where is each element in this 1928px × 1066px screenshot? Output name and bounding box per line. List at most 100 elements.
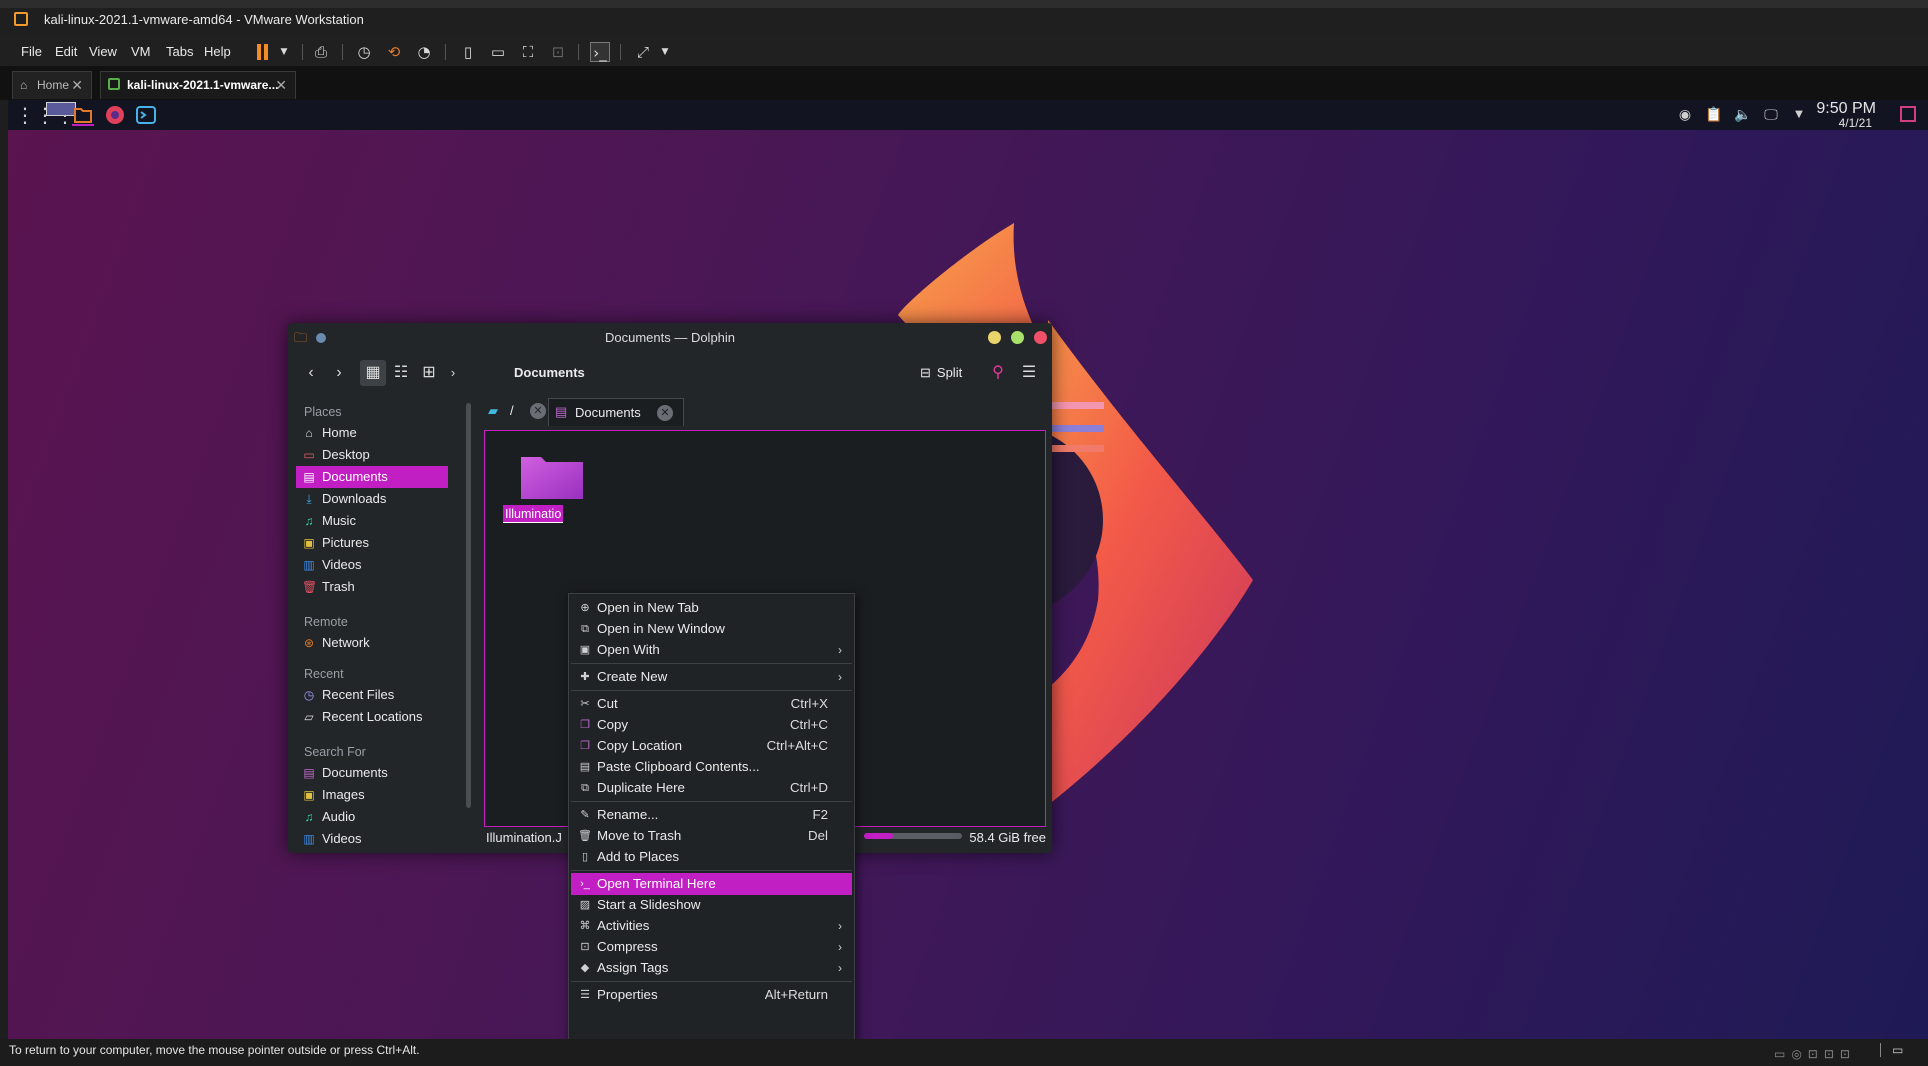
clipboard-icon[interactable]: 📋 (1705, 106, 1723, 124)
menu-vm[interactable]: VM (131, 37, 151, 67)
menu-item-compress[interactable]: ⊡ Compress › (571, 936, 852, 958)
menu-item-activities[interactable]: ⌘ Activities › (571, 915, 852, 937)
minimize-button[interactable] (988, 331, 1001, 344)
sidebar-item-network[interactable]: ⊛ Network (296, 632, 448, 654)
stretch-guest-icon[interactable]: ⤢ (633, 42, 653, 62)
thumbnail-bar-icon[interactable]: ▭ (488, 42, 508, 62)
folder-name[interactable]: Illuminatio (503, 505, 563, 523)
menu-item-rename[interactable]: ✎ Rename... F2 (571, 804, 852, 826)
sidebar-item-trash[interactable]: 🗑 Trash (296, 576, 448, 598)
menu-item-open-terminal[interactable]: ›_ Open Terminal Here (571, 873, 852, 895)
tab-documents[interactable]: ▤ Documents ✕ (548, 398, 684, 426)
menu-tabs[interactable]: Tabs (166, 37, 193, 67)
show-desktop-icon[interactable] (1900, 106, 1916, 122)
sidebar-item-search-images[interactable]: ▣ Images (296, 784, 448, 806)
console-view-icon[interactable]: ›_ (590, 42, 610, 62)
terminal-launcher-icon[interactable] (135, 104, 157, 126)
chevron-right-icon: › (838, 961, 842, 975)
close-button[interactable] (1034, 331, 1047, 344)
chevron-right-icon: › (838, 643, 842, 657)
forward-button[interactable]: › (326, 360, 352, 386)
recent-header: Recent (304, 667, 344, 681)
device-status-icons[interactable]: ▭◎⊡⊡⊡ (1774, 1043, 1856, 1065)
menu-item-open-new-window[interactable]: ⧉ Open in New Window (571, 618, 852, 640)
hamburger-menu-icon[interactable]: ☰ (1016, 360, 1042, 386)
menu-view[interactable]: View (89, 37, 117, 67)
menu-item-copy-location[interactable]: ❐ Copy Location Ctrl+Alt+C (571, 735, 852, 757)
dolphin-titlebar[interactable]: 🗀 Documents — Dolphin (288, 323, 1052, 353)
menu-help[interactable]: Help (204, 37, 231, 67)
volume-icon[interactable]: 🔈 (1734, 106, 1752, 124)
sidebar-item-downloads[interactable]: ⤓ Downloads (296, 488, 448, 510)
menu-item-add-to-places[interactable]: ▯ Add to Places (571, 846, 852, 868)
compact-view-button[interactable]: ☷ (388, 360, 414, 386)
menu-item-duplicate[interactable]: ⧉ Duplicate Here Ctrl+D (571, 777, 852, 799)
sidebar-item-search-audio[interactable]: ♫ Audio (296, 806, 448, 828)
app-launcher-icon[interactable]: ⋮⋮⋮ (15, 104, 75, 126)
send-ctrl-alt-del-icon[interactable]: ⎙ (311, 42, 331, 62)
close-icon[interactable]: ✕ (657, 405, 673, 421)
sidebar-item-pictures[interactable]: ▣ Pictures (296, 532, 448, 554)
message-icon[interactable]: ▭ (1892, 1039, 1903, 1061)
pause-icon[interactable] (254, 42, 274, 62)
unity-icon[interactable]: ⊡ (548, 42, 568, 62)
pin-icon[interactable] (316, 333, 326, 343)
vmware-statusbar: To return to your computer, move the mou… (0, 1039, 1928, 1066)
sidebar-scrollbar[interactable] (466, 403, 471, 808)
snapshot-manager-icon[interactable]: ◔ (414, 42, 434, 62)
chevron-down-icon[interactable]: ▼ (655, 42, 675, 62)
back-button[interactable]: ‹ (298, 360, 324, 386)
sidebar-item-recent-files[interactable]: ◷ Recent Files (296, 684, 448, 706)
sidebar-item-desktop[interactable]: ▭ Desktop (296, 444, 448, 466)
menu-item-move-to-trash[interactable]: 🗑 Move to Trash Del (571, 825, 852, 847)
search-icon[interactable]: ⚲ (985, 360, 1011, 386)
clock[interactable]: 9:50 PM 4/1/21 (1816, 101, 1876, 130)
sidebar-item-music[interactable]: ♫ Music (296, 510, 448, 532)
menu-item-open-new-tab[interactable]: ⊕ Open in New Tab (571, 597, 852, 619)
menu-item-assign-tags[interactable]: ◆ Assign Tags › (571, 957, 852, 979)
sidebar-item-home[interactable]: ⌂ Home (296, 422, 448, 444)
snapshot-icon[interactable]: ◷ (354, 42, 374, 62)
menu-item-properties[interactable]: ☰ Properties Alt+Return (571, 984, 852, 1006)
menu-item-open-with[interactable]: ▣ Open With › (571, 639, 852, 661)
sidebar-item-search-documents[interactable]: ▤ Documents (296, 762, 448, 784)
chevron-down-icon[interactable]: ▼ (1790, 106, 1808, 124)
network-status-icon[interactable]: ◉ (1676, 106, 1694, 124)
icons-view-button[interactable]: ▦ (360, 360, 386, 386)
breadcrumb[interactable]: Documents (514, 360, 585, 386)
chevron-down-icon[interactable]: ▼ (274, 42, 294, 62)
menu-item-label: Paste Clipboard Contents... (597, 759, 760, 774)
close-icon[interactable]: ✕ (530, 403, 546, 419)
display-icon[interactable]: 🖵 (1762, 106, 1780, 124)
close-icon[interactable]: ✕ (71, 72, 83, 98)
context-menu: ⊕ Open in New Tab ⧉ Open in New Window ▣ Op… (568, 593, 855, 1039)
sidebar-item-documents[interactable]: ▤ Documents (296, 466, 448, 488)
close-icon[interactable]: ✕ (275, 72, 287, 98)
menu-item-cut[interactable]: ✂ Cut Ctrl+X (571, 693, 852, 715)
free-space-bar (864, 833, 962, 839)
show-library-icon[interactable]: ▯ (458, 42, 478, 62)
tab-home[interactable]: ⌂ Home ✕ (12, 71, 92, 99)
folder-launcher-icon[interactable] (72, 104, 94, 126)
folder-item[interactable] (521, 453, 583, 499)
sidebar-item-recent-locations[interactable]: ▱ Recent Locations (296, 706, 448, 728)
menu-item-label: Cut (597, 696, 618, 711)
menu-item-paste[interactable]: ▤ Paste Clipboard Contents... (571, 756, 852, 778)
menu-item-label: Move to Trash (597, 828, 682, 843)
menu-edit[interactable]: Edit (55, 37, 77, 67)
menu-item-create-new[interactable]: ✚ Create New › (571, 666, 852, 688)
browser-icon[interactable] (104, 104, 126, 126)
new-tab-icon: ⊕ (580, 602, 590, 614)
menu-item-copy[interactable]: ❐ Copy Ctrl+C (571, 714, 852, 736)
revert-snapshot-icon[interactable]: ⟲ (384, 42, 404, 62)
url-root[interactable]: / (510, 403, 514, 418)
menu-item-slideshow[interactable]: ▨ Start a Slideshow (571, 894, 852, 916)
tab-kali-vm[interactable]: kali-linux-2021.1-vmware... ✕ (100, 71, 296, 99)
maximize-button[interactable] (1011, 331, 1024, 344)
menu-file[interactable]: File (21, 37, 42, 67)
fullscreen-icon[interactable]: ⛶ (518, 42, 538, 62)
split-button[interactable]: ⊟ Split (920, 360, 962, 386)
sidebar-item-search-videos[interactable]: ▥ Videos (296, 828, 448, 850)
details-view-button[interactable]: ⊞ (416, 360, 442, 386)
sidebar-item-videos[interactable]: ▥ Videos (296, 554, 448, 576)
